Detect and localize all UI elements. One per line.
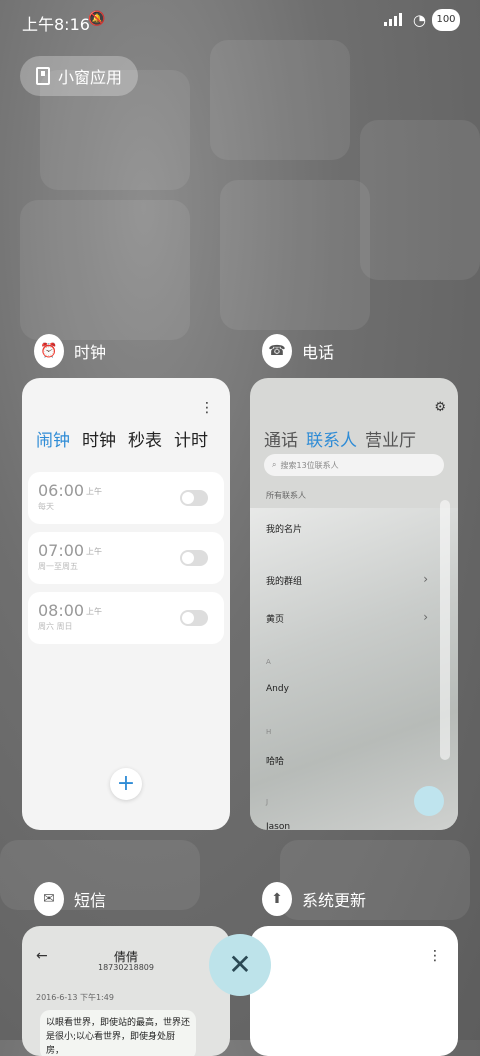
phone-app-header[interactable]: ☎ 电话 [262,334,334,368]
tab-clock[interactable]: 时钟 [82,426,116,451]
more-options-icon[interactable]: ⋮ [428,948,442,964]
my-card-row[interactable]: 我的名片 [266,522,302,535]
clear-all-button[interactable]: ✕ [209,934,271,996]
conversation-number: 18730218809 [98,963,154,972]
search-icon: ⌕ [272,460,277,469]
contact-search-input[interactable]: ⌕ 搜索13位联系人 [264,454,444,476]
alarm-ampm: 上午 [86,487,102,496]
alarm-time: 06:00 [38,481,85,500]
messages-app-icon: ✉ [34,882,64,916]
phone-app-icon: ☎ [262,334,292,368]
clock-app-header[interactable]: ⏰ 时钟 [34,334,106,368]
tab-calls[interactable]: 通话 [264,426,298,451]
update-recent-card[interactable]: ⋮ [250,926,458,1056]
section-letter: A [266,658,271,666]
tab-stopwatch[interactable]: 秒表 [128,426,162,451]
alarm-repeat: 周一至周五 [38,562,78,571]
message-date: 2016-6-13 下午1:49 [36,993,114,1002]
update-app-name: 系统更新 [302,891,367,910]
small-window-icon [36,67,50,85]
update-app-icon: ⬆ [262,882,292,916]
alarm-time: 07:00 [38,541,85,560]
small-window-button[interactable]: 小窗应用 [20,56,138,96]
phone-recent-card[interactable]: ⚙ 通话 联系人 营业厅 ⌕ 搜索13位联系人 所有联系人 我的名片 我的群组 … [250,378,458,830]
clock-app-icon: ⏰ [34,334,64,368]
alarm-repeat: 每天 [38,502,54,511]
battery-icon: 100 [432,9,460,31]
message-bubble[interactable]: 以眼看世界，即使站的最高，世界还是很小;以心看世界，即使身处厨房， [40,1010,196,1056]
alarm-toggle[interactable] [180,550,208,566]
tab-alarm[interactable]: 闹钟 [36,426,70,451]
more-options-icon[interactable]: ⋮ [200,400,214,416]
mute-icon: 🔕 [88,11,106,27]
my-groups-row[interactable]: 我的群组 [266,574,302,587]
chevron-right-icon: › [423,572,428,586]
status-bar: 上午8:16 🔕 ◔ 100 [0,0,480,40]
phone-tabs: 通话 联系人 营业厅 [264,426,416,451]
alarm-ampm: 上午 [86,607,102,616]
alarm-toggle[interactable] [180,490,208,506]
small-window-label: 小窗应用 [58,68,123,87]
tab-timer[interactable]: 计时 [174,426,208,451]
chevron-right-icon: › [423,610,428,624]
alarm-item[interactable]: 06:00 上午 每天 [28,472,224,524]
update-app-header[interactable]: ⬆ 系统更新 [262,882,366,916]
messages-recent-card[interactable]: ← 倩倩 18730218809 2016-6-13 下午1:49 以眼看世界，… [22,926,230,1056]
alarm-time: 08:00 [38,601,85,620]
section-letter: J [266,798,269,806]
gear-icon[interactable]: ⚙ [434,400,446,415]
messages-app-header[interactable]: ✉ 短信 [34,882,106,916]
alarm-item[interactable]: 07:00 上午 周一至周五 [28,532,224,584]
alarm-repeat: 周六 周日 [38,622,73,631]
alarm-ampm: 上午 [86,547,102,556]
contact-row[interactable]: Jason [266,822,290,830]
signal-icon [384,13,402,26]
contact-row[interactable]: 哈哈 [266,754,284,767]
contacts-wallpaper [250,508,458,830]
add-alarm-button[interactable]: + [110,768,142,800]
yellow-pages-row[interactable]: 黄页 [266,612,284,625]
clock-tabs: 闹钟 时钟 秒表 计时 [36,426,208,451]
clock-recent-card[interactable]: ⋮ 闹钟 时钟 秒表 计时 06:00 上午 每天 07:00 上午 周一至周五… [22,378,230,830]
alarm-toggle[interactable] [180,610,208,626]
phone-app-name: 电话 [302,343,335,362]
tab-service-hall[interactable]: 营业厅 [365,426,416,451]
alarm-item[interactable]: 08:00 上午 周六 周日 [28,592,224,644]
alphabet-index-scrollbar[interactable] [440,500,450,760]
section-letter: H [266,728,272,736]
status-time: 上午8:16 [22,15,90,34]
wifi-icon: ◔ [412,11,426,29]
dialpad-button[interactable] [414,786,444,816]
contact-row[interactable]: Andy [266,684,289,694]
all-contacts-filter[interactable]: 所有联系人 [266,490,306,501]
tab-contacts[interactable]: 联系人 [306,426,357,451]
search-placeholder: 搜索13位联系人 [280,460,339,470]
clock-app-name: 时钟 [74,343,107,362]
messages-app-name: 短信 [74,891,107,910]
